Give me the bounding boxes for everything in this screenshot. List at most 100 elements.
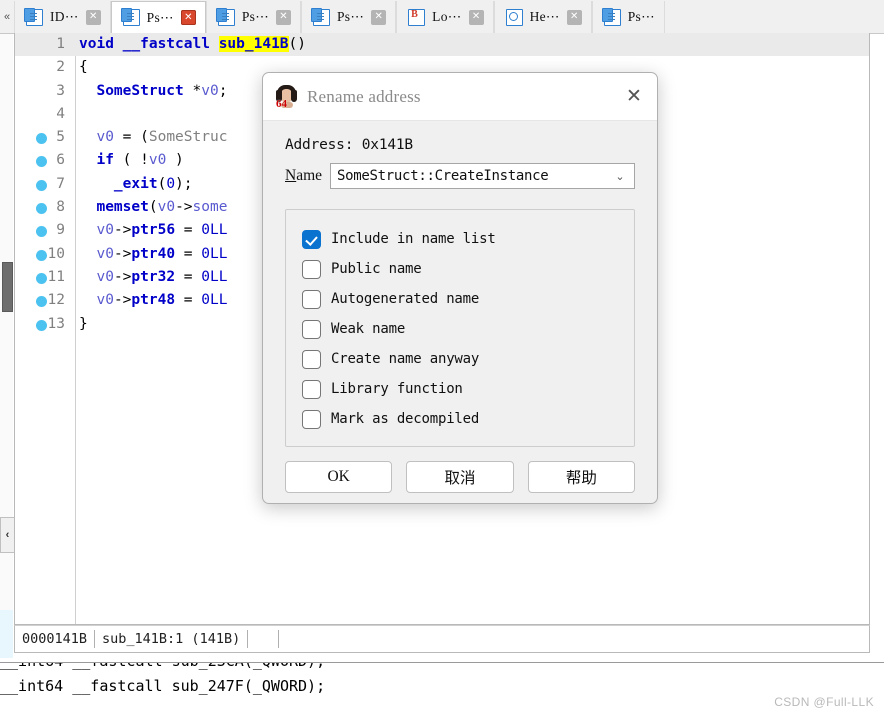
checkbox-row[interactable]: Include in name list [302, 224, 618, 254]
code-line[interactable]: 1 void __fastcall sub_141B() [15, 33, 869, 57]
checkbox-icon[interactable] [302, 319, 321, 339]
rename-address-dialog[interactable]: 64 Rename address ✕ Address: 0x141B Name… [262, 72, 658, 504]
checkbox-icon[interactable] [302, 379, 321, 399]
output-panel[interactable]: __int64 __fastcall sub_23CA(_QWORD); __i… [0, 662, 884, 721]
code-token: * [183, 82, 202, 99]
tab-pseudocode-4[interactable]: Ps⋯ [591, 1, 665, 33]
dialog-title-bar[interactable]: 64 Rename address ✕ [263, 73, 657, 121]
checkbox-icon[interactable] [302, 259, 321, 279]
code-token: 0LL [201, 292, 228, 309]
code-token: = [175, 268, 202, 285]
tab-close-icon[interactable]: ✕ [276, 9, 291, 25]
checkbox-label: Create name anyway [331, 351, 480, 367]
tab-ida-view[interactable]: ID⋯ ✕ [14, 1, 111, 33]
code-token: SomeStruc [148, 129, 228, 146]
log-icon [408, 8, 426, 26]
code-token: -> [113, 245, 132, 262]
code-token: = [175, 245, 202, 262]
tab-close-icon[interactable]: ✕ [180, 10, 196, 25]
ida-pro-window: ‹ « ID⋯ ✕ Ps⋯ ✕ Ps⋯ ✕ Ps⋯ ✕ Lo⋯ ✕ [0, 0, 884, 721]
code-token: ptr32 [131, 268, 176, 285]
code-token: 0LL [201, 245, 228, 262]
document-icon [311, 7, 330, 26]
tab-hex-view[interactable]: He⋯ ✕ [493, 1, 592, 33]
code-token: ptr40 [131, 245, 176, 262]
checkbox-row[interactable]: Weak name [302, 314, 618, 344]
document-icon [120, 8, 140, 26]
tab-label: Ps⋯ [241, 9, 269, 24]
status-divider [247, 630, 249, 648]
tab-pseudocode-3[interactable]: Ps⋯ ✕ [301, 1, 397, 33]
checkbox-row[interactable]: Create name anyway [302, 344, 618, 374]
left-scroll-handle[interactable] [2, 262, 13, 312]
code-token: v0 [96, 222, 114, 239]
help-button[interactable]: 帮助 [527, 461, 635, 493]
checkbox-row[interactable]: Mark as decompiled [302, 404, 618, 434]
dialog-button-row: OK 取消 帮助 [263, 447, 657, 493]
code-token: ) [166, 152, 184, 169]
name-input[interactable]: SomeStruct::CreateInstance [337, 168, 610, 184]
code-token: = [175, 292, 202, 309]
checkbox-checked-icon[interactable] [302, 229, 321, 249]
watermark: CSDN @Full-LLK [774, 695, 874, 709]
code-token: sub_141B [218, 36, 289, 52]
chevron-down-icon[interactable]: ⌄ [610, 170, 630, 183]
tab-bar: « ID⋯ ✕ Ps⋯ ✕ Ps⋯ ✕ Ps⋯ ✕ Lo⋯ ✕ [0, 0, 884, 34]
code-token: some [192, 199, 228, 216]
tab-label: Ps⋯ [627, 9, 655, 24]
line-number: 9 [56, 222, 65, 239]
document-icon [601, 7, 621, 26]
tab-close-icon[interactable]: ✕ [468, 9, 484, 25]
tab-pseudocode-active[interactable]: Ps⋯ ✕ [110, 1, 206, 34]
line-number: 5 [56, 129, 65, 146]
collapse-panel-button[interactable]: ‹ [0, 517, 15, 553]
name-label-rest: ame [296, 167, 323, 184]
tab-label: Ps⋯ [337, 9, 365, 24]
tab-close-icon[interactable]: ✕ [566, 9, 582, 25]
tab-overflow-left-icon[interactable]: « [0, 0, 14, 33]
line-number: 13 [47, 315, 65, 332]
checkbox-label: Include in name list [331, 231, 496, 247]
checkbox-icon[interactable] [302, 409, 321, 429]
tab-close-icon[interactable]: ✕ [85, 9, 101, 25]
code-token: v0 [148, 152, 167, 169]
cancel-button[interactable]: 取消 [406, 461, 514, 493]
line-number: 8 [56, 199, 65, 216]
code-token: 0LL [201, 268, 228, 285]
checkbox-label: Library function [331, 381, 463, 397]
tab-close-icon[interactable]: ✕ [371, 9, 387, 25]
checkbox-icon[interactable] [302, 349, 321, 369]
code-token: memset [96, 199, 149, 216]
checkbox-label: Weak name [331, 321, 406, 337]
checkbox-icon[interactable] [302, 289, 321, 309]
tab-label: Ps⋯ [146, 9, 174, 25]
tab-label: Lo⋯ [432, 9, 462, 24]
status-bar: 0000141B sub_141B:1 (141B) [14, 625, 870, 653]
ok-button[interactable]: OK [285, 461, 393, 493]
checkbox-row[interactable]: Library function [302, 374, 618, 404]
code-token: { [79, 59, 88, 76]
close-icon[interactable]: ✕ [619, 82, 649, 112]
tab-local-types[interactable]: Lo⋯ ✕ [396, 1, 494, 33]
name-label: Name [285, 167, 322, 185]
checkbox-row[interactable]: Public name [302, 254, 618, 284]
line-number: 7 [56, 175, 65, 192]
left-strip-highlight [0, 610, 13, 658]
dialog-body: Address: 0x141B Name SomeStruct::CreateI… [263, 121, 657, 447]
name-row: Name SomeStruct::CreateInstance ⌄ [285, 163, 635, 189]
name-combobox[interactable]: SomeStruct::CreateInstance ⌄ [330, 163, 635, 189]
code-token: v0 [157, 199, 176, 216]
checkbox-label: Mark as decompiled [331, 411, 480, 427]
ida-logo-icon: 64 [275, 85, 298, 108]
checkbox-row[interactable]: Autogenerated name [302, 284, 618, 314]
code-token: v0 [96, 292, 114, 309]
tab-pseudocode-2[interactable]: Ps⋯ ✕ [205, 1, 301, 33]
